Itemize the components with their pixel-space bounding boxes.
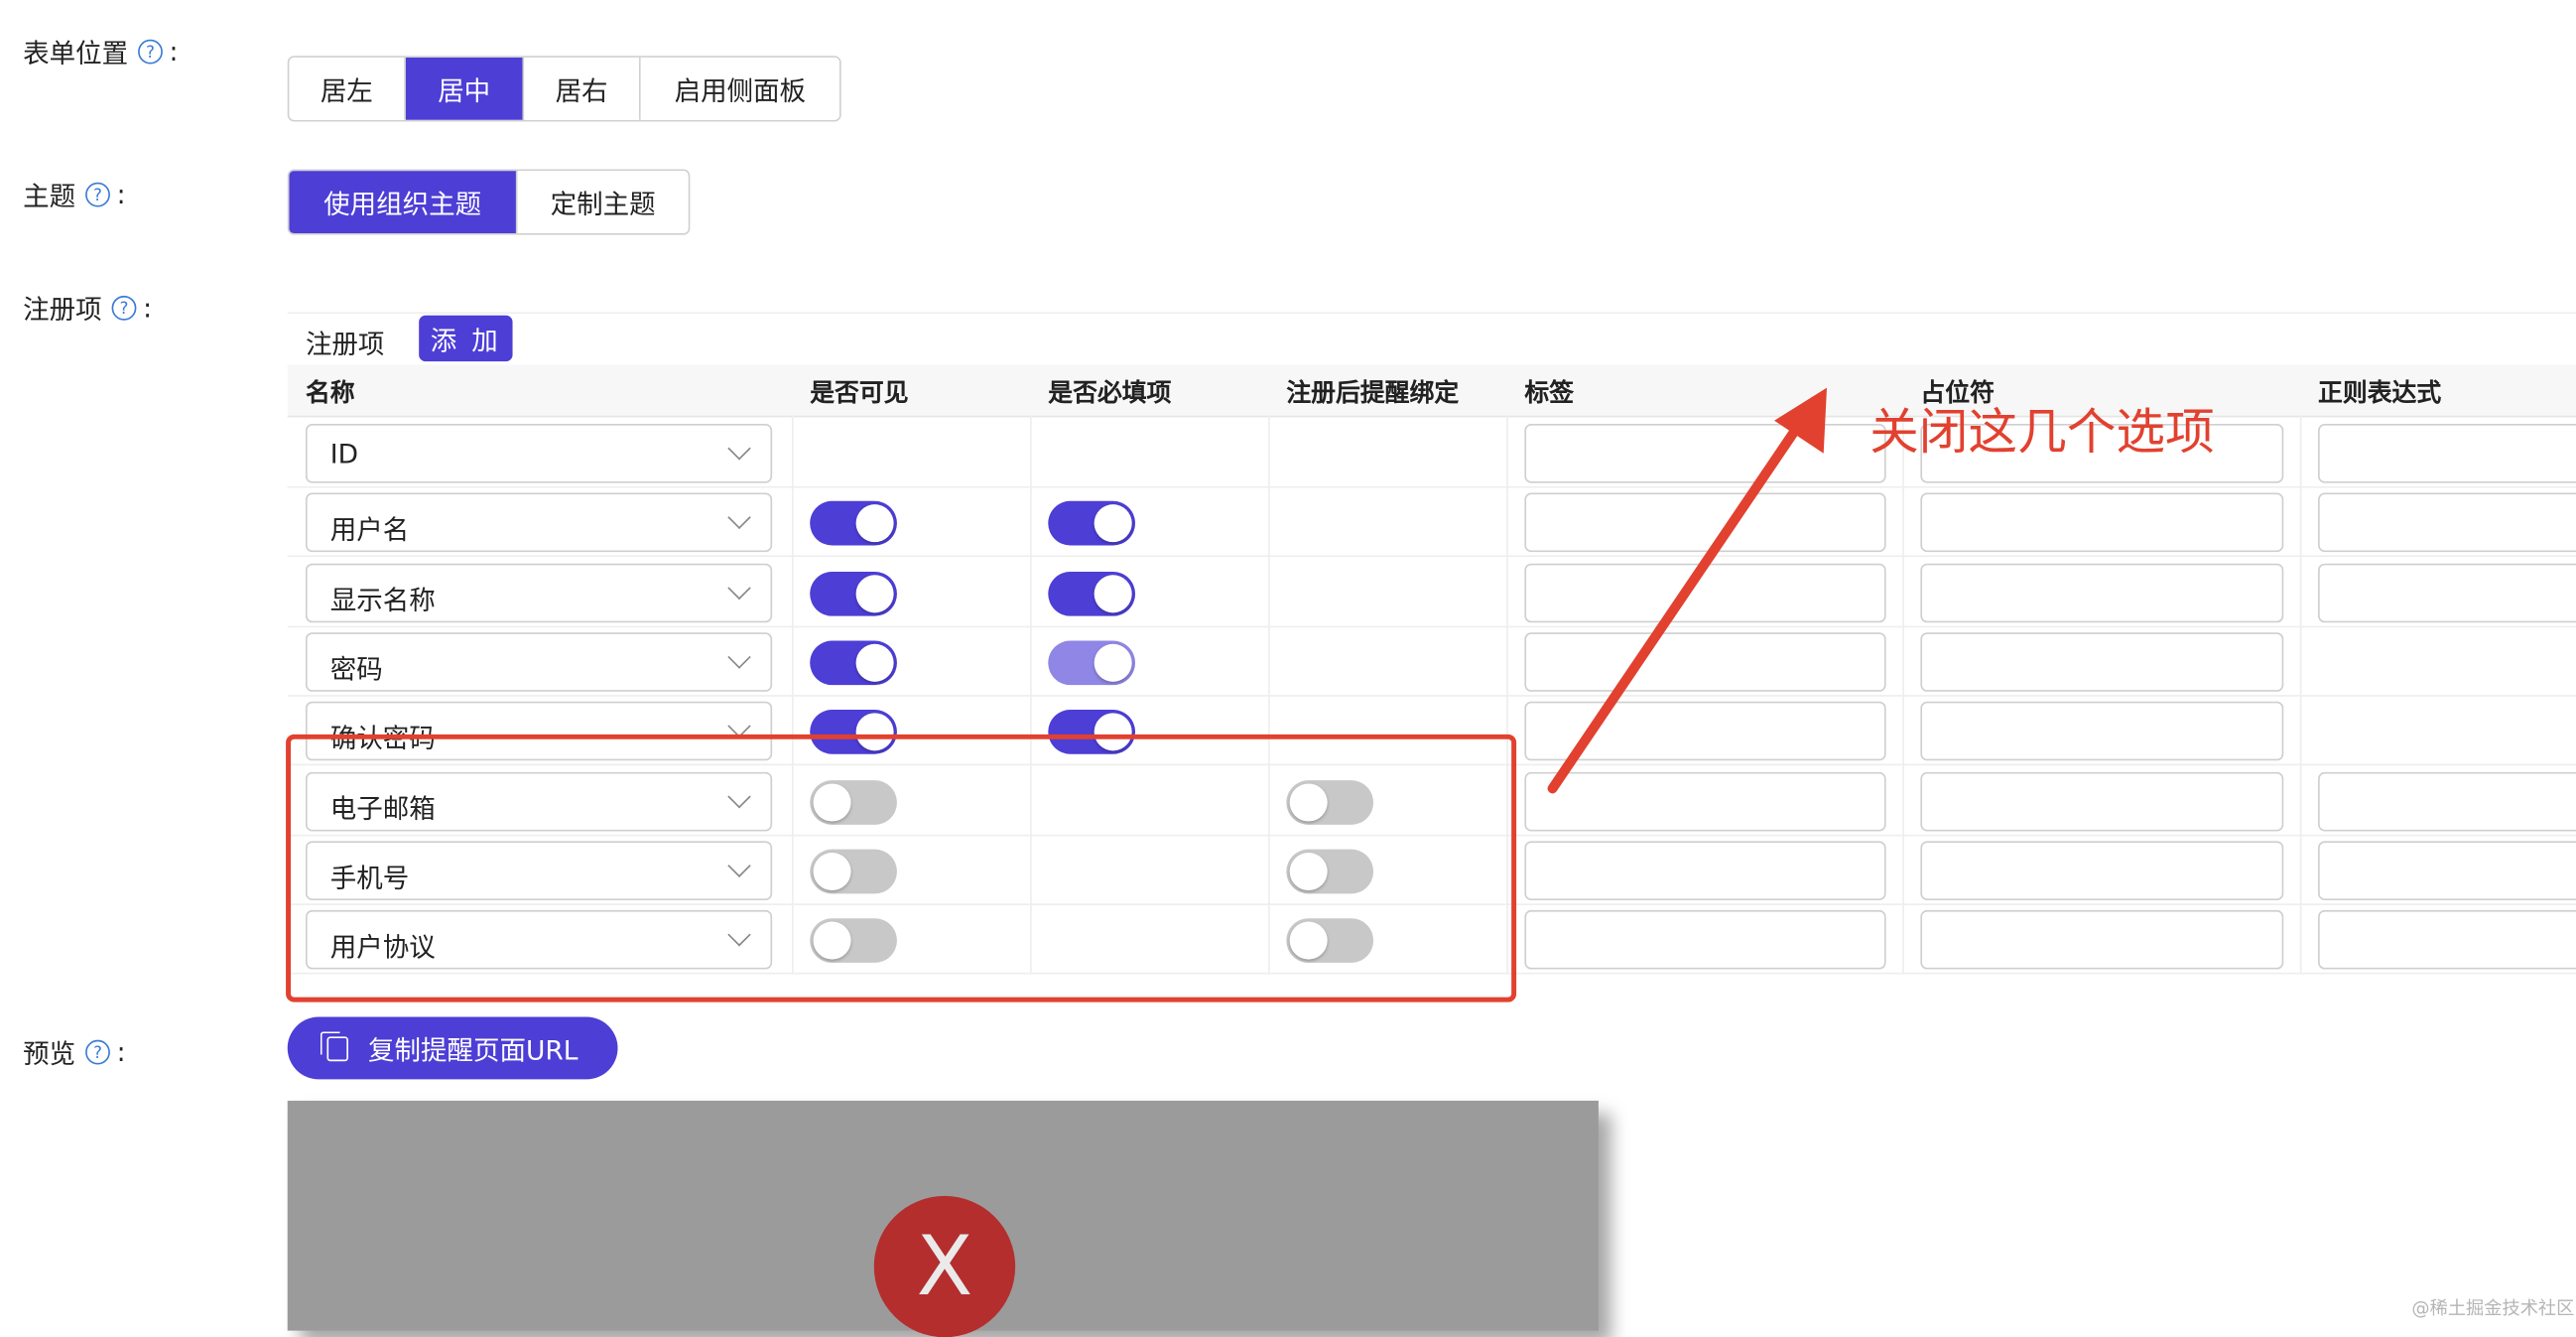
preview-label-text: 预览: [23, 1038, 76, 1070]
stage: 表单位置 ? : 居左 居中 居右 启用侧面板 主题 ? : 使用组织主题 定制…: [0, 0, 2576, 1337]
copy-icon: [321, 1030, 349, 1061]
annotation-text: 关闭这几个选项: [1869, 404, 2215, 463]
help-icon[interactable]: ?: [85, 1038, 110, 1064]
copy-reminder-url-label: 复制提醒页面URL: [368, 1034, 579, 1067]
label-colon: :: [116, 1035, 126, 1067]
preview-label: 预览 ? :: [23, 1031, 125, 1071]
preview-frame: X: [287, 1100, 1599, 1337]
watermark: @稀土掘金技术社区: [2411, 1297, 2575, 1320]
copy-reminder-url-button[interactable]: 复制提醒页面URL: [287, 1016, 618, 1080]
error-icon: X: [873, 1195, 1016, 1337]
